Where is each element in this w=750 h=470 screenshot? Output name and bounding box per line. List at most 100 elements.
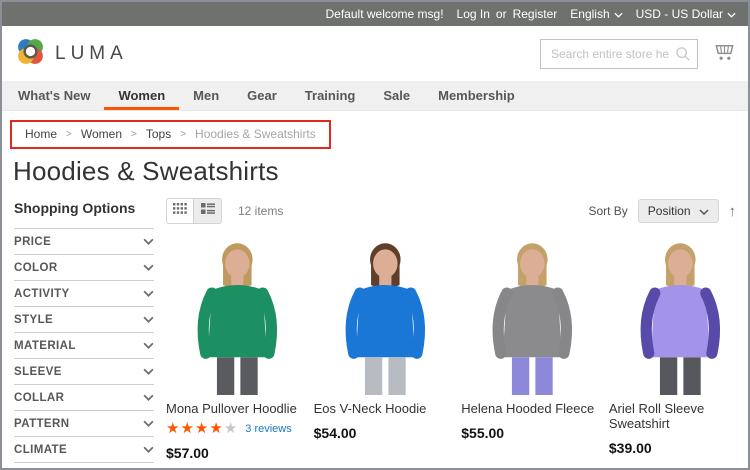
view-mode-switcher	[166, 198, 222, 224]
breadcrumb: Home > Women > Tops > Hoodies & Sweatshirts	[10, 120, 331, 149]
grid-view-icon	[173, 202, 187, 220]
sort-select-value: Position	[647, 204, 691, 218]
store-logo[interactable]: LUMA	[14, 35, 128, 73]
nav-item-membership[interactable]: Membership	[424, 81, 529, 110]
filter-label: PRICE	[14, 235, 52, 248]
filter-label: STYLE	[14, 313, 54, 326]
star-icon: ★	[180, 420, 195, 437]
product-image[interactable]	[166, 232, 309, 395]
list-view-button[interactable]	[194, 198, 222, 224]
chevron-down-icon	[143, 340, 154, 352]
product-name-link[interactable]: Helena Hooded Fleece	[461, 401, 604, 416]
logo-text: LUMA	[55, 42, 128, 64]
filter-material[interactable]: MATERIAL	[14, 333, 154, 359]
filter-label: PATTERN	[14, 417, 70, 430]
breadcrumb-separator: >	[180, 128, 187, 140]
chevron-down-icon	[143, 366, 154, 378]
page-title: Hoodies & Sweatshirts	[13, 156, 279, 186]
product-name-link[interactable]: Eos V-Neck Hoodie	[314, 401, 457, 416]
product-price: $39.00	[608, 440, 652, 456]
filter-style[interactable]: STYLE	[14, 307, 154, 333]
list-view-icon	[200, 202, 215, 220]
currency-value: USD - US Dollar	[635, 7, 723, 21]
filter-label: COLOR	[14, 261, 58, 274]
top-bar: Default welcome msg! Log In or Register …	[2, 2, 748, 26]
star-icon: ★	[223, 420, 239, 437]
product-name-link[interactable]: Ariel Roll Sleeve Sweatshirt	[609, 401, 748, 431]
star-icon: ★	[209, 420, 224, 437]
header: LUMA	[2, 26, 748, 81]
product-price: $55.00	[461, 425, 505, 441]
reviews-link[interactable]: 3 reviews	[245, 423, 291, 435]
breadcrumb-separator: >	[66, 128, 72, 140]
currency-dropdown[interactable]: USD - US Dollar	[636, 7, 736, 21]
cart-icon[interactable]	[713, 40, 736, 68]
nav-item-what-s-new[interactable]: What's New	[4, 81, 104, 110]
product-card-mona-pullover-hoodlie: Mona Pullover Hoodlie ★ ★ ★ ★ ★ 3 reviews $57.0…	[166, 232, 309, 461]
item-count: 12 items	[238, 204, 284, 218]
main-nav-list: What's New Women Men Gear Training Sale Member…	[2, 81, 748, 110]
search-icon[interactable]	[675, 46, 691, 67]
sort-ascending-button[interactable]: ↑	[729, 204, 737, 219]
filter-label: COLLAR	[14, 391, 65, 404]
filter-label: CLIMATE	[14, 443, 68, 456]
toolbar: 12 items Sort By Position ↑	[166, 198, 736, 224]
filter-collar[interactable]: COLLAR	[14, 385, 154, 411]
product-list-area: 12 items Sort By Position ↑ Mona Pullove…	[166, 198, 748, 463]
breadcrumb-current: Hoodies & Sweatshirts	[195, 127, 316, 141]
product-image[interactable]	[314, 232, 457, 395]
product-name-link[interactable]: Mona Pullover Hoodlie	[166, 401, 309, 416]
search-box	[540, 38, 698, 69]
content: Shopping Options PRICE COLOR ACTIVITY STYLE…	[2, 187, 748, 463]
star-icon: ★	[166, 420, 181, 437]
nav-item-women[interactable]: Women	[104, 81, 179, 110]
welcome-message: Default welcome msg!	[325, 7, 444, 21]
chevron-down-icon	[143, 262, 154, 274]
product-grid: Mona Pullover Hoodlie ★ ★ ★ ★ ★ 3 reviews $57.0…	[166, 232, 748, 461]
chevron-down-icon	[143, 444, 154, 456]
filter-activity[interactable]: ACTIVITY	[14, 281, 154, 307]
register-link[interactable]: Register	[513, 7, 558, 21]
nav-item-men[interactable]: Men	[179, 81, 233, 110]
language-dropdown[interactable]: English	[570, 7, 623, 21]
product-card-helena-hooded-fleece: Helena Hooded Fleece $55.00	[461, 232, 604, 461]
main-navigation: What's New Women Men Gear Training Sale Member…	[2, 81, 748, 111]
filter-list: PRICE COLOR ACTIVITY STYLE MATERIAL SLEEVE COL…	[14, 228, 154, 463]
login-link[interactable]: Log In	[457, 7, 490, 21]
luma-logo-icon	[14, 35, 47, 73]
chevron-down-icon	[143, 418, 154, 430]
chevron-down-icon	[727, 7, 736, 21]
product-card-eos-v-neck-hoodie: Eos V-Neck Hoodie $54.00	[313, 232, 457, 461]
product-card-ariel-roll-sleeve-sweatshirt: Ariel Roll Sleeve Sweatshirt $39.00	[608, 232, 748, 461]
breadcrumb-link-tops[interactable]: Tops	[146, 127, 171, 141]
sort-select[interactable]: Position	[637, 199, 719, 223]
product-price: $57.00	[166, 445, 209, 461]
star-icon: ★	[194, 420, 210, 437]
grid-view-button[interactable]	[166, 198, 194, 224]
product-image[interactable]	[609, 232, 748, 395]
language-value: English	[570, 7, 610, 21]
or-text: or	[495, 7, 507, 21]
filter-label: SLEEVE	[14, 365, 62, 378]
chevron-down-icon	[698, 204, 709, 218]
breadcrumb-separator: >	[131, 128, 137, 140]
filter-climate[interactable]: CLIMATE	[14, 437, 154, 463]
product-image[interactable]	[461, 232, 604, 395]
chevron-down-icon	[143, 288, 154, 300]
filter-sleeve[interactable]: SLEEVE	[14, 359, 154, 385]
filter-color[interactable]: COLOR	[14, 255, 154, 281]
filter-label: ACTIVITY	[14, 287, 70, 300]
nav-item-training[interactable]: Training	[291, 81, 370, 110]
chevron-down-icon	[143, 314, 154, 326]
filter-pattern[interactable]: PATTERN	[14, 411, 154, 437]
filter-price[interactable]: PRICE	[14, 229, 154, 255]
product-price: $54.00	[313, 425, 357, 441]
chevron-down-icon	[143, 236, 154, 248]
shopping-options-title: Shopping Options	[14, 200, 136, 216]
nav-item-sale[interactable]: Sale	[369, 81, 424, 110]
nav-item-gear[interactable]: Gear	[233, 81, 291, 110]
product-rating: ★ ★ ★ ★ ★ 3 reviews	[166, 421, 309, 436]
breadcrumb-link-women[interactable]: Women	[81, 127, 122, 141]
breadcrumb-link-home[interactable]: Home	[25, 127, 57, 141]
browser-page: Default welcome msg! Log In or Register …	[0, 0, 750, 470]
